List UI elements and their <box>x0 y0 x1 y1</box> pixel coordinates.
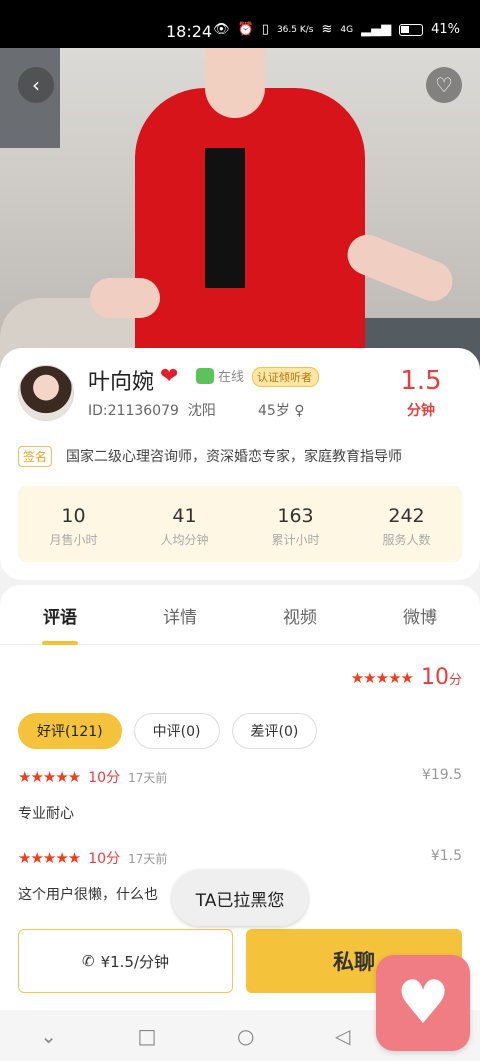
chat-bubble-icon <box>196 367 214 384</box>
overall-rating: ★★★★★ 10分 <box>350 665 462 690</box>
status-bar: 18:24 👁 ⏰ ▯ 36.5 K/s ≋ 4G ▂▄▆ 41% <box>0 0 480 48</box>
filter-neutral[interactable]: 中评(0) <box>133 713 220 749</box>
content-tabs: 评语 详情 视频 微博 <box>0 585 480 645</box>
signal-label: 4G <box>340 24 354 35</box>
eye-icon: 👁 <box>213 22 230 37</box>
chevron-left-icon: ‹ <box>32 73 40 97</box>
back-triangle-icon[interactable]: ◁ <box>335 1024 350 1048</box>
back-button[interactable]: ‹ <box>18 67 54 103</box>
heart-outline-icon: ♡ <box>435 73 453 97</box>
chevron-down-icon[interactable]: ⌄ <box>40 1024 57 1048</box>
star-rating-icon: ★★★★★ <box>18 768 81 786</box>
female-icon: ♀ <box>294 403 305 419</box>
profile-photo <box>0 48 480 378</box>
avatar[interactable] <box>18 365 74 421</box>
star-rating-icon: ★★★★★ <box>18 849 81 867</box>
recents-icon[interactable]: □ <box>138 1024 157 1048</box>
profile-name: 叶向婉 <box>88 370 155 395</box>
network-speed: 36.5 K/s <box>276 24 314 35</box>
signal-icon: ▂▄▆ <box>361 22 392 37</box>
phone-icon: ✆ <box>81 952 95 970</box>
review-item: ★★★★★ 10分 17天前 ¥19.5 专业耐心 <box>18 767 462 822</box>
tab-videos[interactable]: 视频 <box>240 585 360 644</box>
filter-positive[interactable]: 好评(121) <box>18 713 122 749</box>
certified-badge: 认证倾听者 <box>252 367 319 387</box>
tab-details[interactable]: 详情 <box>120 585 240 644</box>
heart-icon: ❤ <box>160 364 179 389</box>
toast-message: TA已拉黑您 <box>172 870 308 926</box>
profile-card: 叶向婉 ❤ 在线 认证倾听者 ID:21136079 沈阳 45岁 ♀ 1.5 … <box>0 348 480 580</box>
battery-percent: 41% <box>431 22 460 37</box>
filter-negative[interactable]: 差评(0) <box>231 713 318 749</box>
profile-id-city: ID:21136079 沈阳 <box>88 403 216 419</box>
signature-tag: 签名 <box>18 446 53 467</box>
profile-age: 45岁 ♀ <box>258 403 305 419</box>
review-filters: 好评(121) 中评(0) 差评(0) <box>18 713 318 749</box>
tab-weibo[interactable]: 微博 <box>360 585 480 644</box>
wifi-icon: ≋ <box>321 22 333 37</box>
stat-item: 10 月售小时 <box>49 505 98 547</box>
tab-reviews[interactable]: 评语 <box>0 585 120 645</box>
home-icon[interactable]: ○ <box>237 1024 254 1048</box>
battery-icon <box>399 23 424 36</box>
call-button[interactable]: ✆ ¥1.5/分钟 <box>18 929 233 993</box>
status-time: 18:24 <box>166 22 213 41</box>
signature-text: 国家二级心理咨询师，资深婚恋专家，家庭教育指导师 <box>66 449 402 465</box>
stats-panel: 10 月售小时 41 人均分钟 163 累计小时 242 服务人数 <box>18 486 462 562</box>
star-rating-icon: ★★★★★ <box>350 668 414 687</box>
floating-heart-app-icon[interactable]: ♥ <box>376 955 470 1051</box>
vibrate-icon: ▯ <box>261 22 269 37</box>
stat-item: 163 累计小时 <box>271 505 320 547</box>
alarm-icon: ⏰ <box>237 22 254 37</box>
price-unit: 分钟 <box>407 403 435 419</box>
price-value: 1.5 <box>400 366 442 396</box>
stat-item: 41 人均分钟 <box>160 505 209 547</box>
online-status: 在线 <box>196 366 244 385</box>
stat-item: 242 服务人数 <box>382 505 431 547</box>
favorite-button[interactable]: ♡ <box>426 67 462 103</box>
